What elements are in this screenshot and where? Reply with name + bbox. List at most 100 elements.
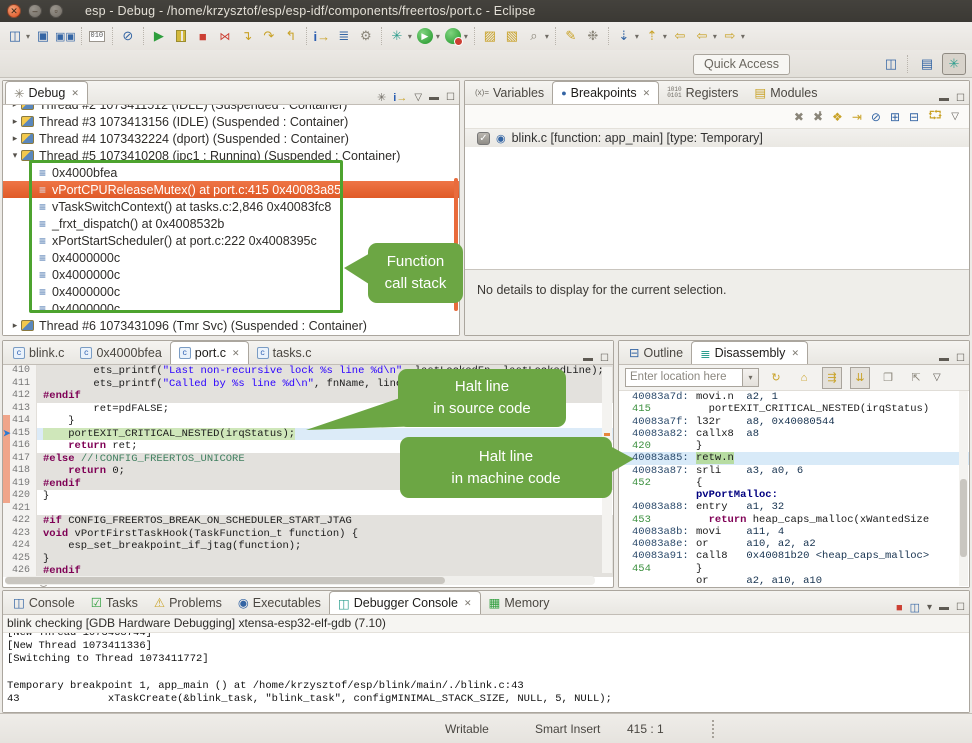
thread-row[interactable]: ▾Thread #5 1073410208 (ipc1 : Running) (… xyxy=(3,147,459,164)
close-icon[interactable]: ✕ xyxy=(791,348,799,359)
code-line[interactable]: 421 xyxy=(3,503,613,516)
code-line[interactable]: 420} xyxy=(3,490,613,503)
save-icon[interactable]: ▣ xyxy=(33,25,53,47)
minimize-icon[interactable]: ▬ xyxy=(429,92,439,103)
code-line[interactable]: 414 } xyxy=(3,415,613,428)
close-icon[interactable]: ✕ xyxy=(232,348,240,359)
tab-debugger-console[interactable]: ◫Debugger Console✕ xyxy=(329,591,481,614)
skip-all-breakpoints-icon[interactable]: ⊘ xyxy=(871,110,881,124)
back-icon[interactable]: ⇦ xyxy=(670,25,690,47)
link-with-debug-icon[interactable]: ⮔ xyxy=(928,106,942,127)
tab-executables[interactable]: ◉Executables xyxy=(230,591,329,614)
sync-with-stack-icon[interactable]: ⇶ xyxy=(822,367,842,389)
window-maximize-button[interactable]: ▫ xyxy=(49,4,63,18)
open-element-icon[interactable]: ▨ xyxy=(480,25,500,47)
quick-access-button[interactable]: Quick Access xyxy=(693,54,790,75)
open-resource-icon[interactable]: ▧ xyxy=(502,25,522,47)
save-all-icon[interactable]: ▣▣ xyxy=(55,25,76,47)
expander-icon[interactable]: ▸ xyxy=(9,320,21,331)
search-dropdown-icon[interactable]: ▾ xyxy=(545,32,549,41)
scrollbar-thumb[interactable] xyxy=(960,479,967,557)
tab-outline[interactable]: ⊟Outline xyxy=(621,341,691,364)
expander-icon[interactable]: ▸ xyxy=(9,105,21,110)
instruction-stepping-icon[interactable]: i→ xyxy=(312,25,332,47)
disassembly-line[interactable]: 40083a7f:l32r a8, 0x40080544 xyxy=(619,416,969,428)
thread-row[interactable]: ▸Thread #4 1073432224 (dport) (Suspended… xyxy=(3,130,459,147)
disassembly-line[interactable]: 40083a7d:movi.n a2, 1 xyxy=(619,391,969,403)
editor-horizontal-scrollbar[interactable] xyxy=(5,576,595,585)
code-line[interactable]: 417#else //!CONFIG_FREERTOS_UNICORE xyxy=(3,453,613,466)
debug-perspective-button[interactable]: ✳ xyxy=(942,53,966,75)
step-into-icon[interactable]: ↴ xyxy=(237,25,257,47)
maximize-icon[interactable]: ☐ xyxy=(956,602,965,613)
expand-all-icon[interactable]: ⊞ xyxy=(890,110,900,124)
pin-view-icon[interactable]: ⇱ xyxy=(906,367,926,389)
line-number[interactable]: 410 xyxy=(3,365,37,378)
resume-icon[interactable]: ▶ xyxy=(149,25,169,47)
search-icon[interactable]: ⌕ xyxy=(524,25,544,47)
disassembly-line[interactable]: 40083a8b:movi a11, 4 xyxy=(619,526,969,538)
previous-edit-icon[interactable]: ⇡ xyxy=(642,25,662,47)
breakpoint-checkbox[interactable]: ✓ xyxy=(477,132,490,145)
display-console-icon[interactable]: ◫ xyxy=(910,601,920,614)
code-line[interactable]: 413 ret=pdFALSE; xyxy=(3,403,613,416)
line-number[interactable]: 413 xyxy=(3,403,37,416)
disassembly-source-line[interactable]: 452{ xyxy=(619,477,969,489)
debug-dropdown-icon[interactable]: ▾ xyxy=(408,32,412,41)
tab-disassembly[interactable]: ≣Disassembly✕ xyxy=(691,341,808,364)
suspend-icon[interactable] xyxy=(171,25,191,47)
stack-frame-row[interactable]: ≡xPortStartScheduler() at port.c:222 0x4… xyxy=(3,232,459,249)
binary-view-icon[interactable]: 010 xyxy=(87,25,107,47)
collapse-all-icon[interactable]: ⊟ xyxy=(909,110,919,124)
code-line[interactable]: 419#endif xyxy=(3,478,613,491)
tab-debug[interactable]: ✳ Debug ✕ xyxy=(5,81,88,104)
window-close-button[interactable]: ✕ xyxy=(7,4,21,18)
external-tools-button[interactable] xyxy=(443,25,463,47)
console-output[interactable]: [New Thread 1073468744] [New Thread 1073… xyxy=(3,633,969,712)
line-number[interactable]: 422 xyxy=(3,515,37,528)
breakpoint-row[interactable]: ✓ ◉ blink.c [function: app_main] [type: … xyxy=(465,129,969,147)
expander-icon[interactable]: ▾ xyxy=(9,150,21,161)
stack-frame-row-selected[interactable]: ≡vPortCPUReleaseMutex() at port.c:415 0x… xyxy=(3,181,459,198)
disassembly-line[interactable]: 40083a91:call8 0x40081b20 <heap_caps_mal… xyxy=(619,550,969,562)
disassembly-line[interactable]: 40083a82:callx8 a8 xyxy=(619,428,969,440)
line-number[interactable]: 421 xyxy=(3,503,37,516)
expander-icon[interactable]: ▸ xyxy=(9,133,21,144)
step-over-icon[interactable]: ↷ xyxy=(259,25,279,47)
close-icon[interactable]: ✕ xyxy=(643,88,651,99)
stack-frame-row[interactable]: ≡0x4000000c xyxy=(3,300,459,317)
run-button[interactable]: ▶ xyxy=(415,25,435,47)
refresh-icon[interactable]: ↻ xyxy=(766,367,786,389)
maximize-icon[interactable]: ☐ xyxy=(956,93,965,104)
tab-problems[interactable]: ⚠Problems xyxy=(146,591,230,614)
back-history-icon[interactable]: ⇦ xyxy=(692,25,712,47)
external-annotations-icon[interactable]: ❉ xyxy=(583,25,603,47)
line-number[interactable]: 424 xyxy=(3,540,37,553)
scrollbar-thumb[interactable] xyxy=(5,577,445,584)
track-expression-icon[interactable]: ⇊ xyxy=(850,367,870,389)
step-return-icon[interactable]: ↰ xyxy=(281,25,301,47)
remove-all-terminated-icon[interactable]: ✳ xyxy=(377,91,386,104)
code-line[interactable]: 425} xyxy=(3,553,613,566)
code-line[interactable]: 418 return 0; xyxy=(3,465,613,478)
disassembly-halt-line[interactable]: 40083a85:retw.n xyxy=(619,452,969,464)
disassembly-line[interactable]: 40083a87:srli a3, a0, 6 xyxy=(619,465,969,477)
code-line[interactable]: 422#if CONFIG_FREERTOS_BREAK_ON_SCHEDULE… xyxy=(3,515,613,528)
remove-breakpoint-icon[interactable]: ✖ xyxy=(794,110,804,124)
show-breakpoints-for-target-icon[interactable]: ❖ xyxy=(832,110,843,124)
code-line[interactable]: 423void vPortFirstTaskHook(TaskFunction_… xyxy=(3,528,613,541)
location-input[interactable]: Enter location here xyxy=(625,368,743,387)
terminate-icon[interactable]: ■ xyxy=(896,602,903,614)
console-dropdown-icon[interactable]: ▾ xyxy=(927,602,932,613)
skip-all-breakpoints-icon[interactable]: ⊘ xyxy=(118,25,138,47)
tab-0x4000bfea[interactable]: c0x4000bfea xyxy=(72,341,169,364)
code-line[interactable]: 424 esp_set_breakpoint_if_jtag(function)… xyxy=(3,540,613,553)
line-number[interactable]: 423 xyxy=(3,528,37,541)
tab-memory[interactable]: ▦Memory xyxy=(481,591,558,614)
tab-breakpoints[interactable]: ●Breakpoints✕ xyxy=(552,81,659,104)
last-edit-dropdown-icon[interactable]: ▾ xyxy=(635,32,639,41)
close-icon[interactable]: ✕ xyxy=(464,598,472,609)
forward-dropdown-icon[interactable]: ▾ xyxy=(741,32,745,41)
stack-frame-row[interactable]: ≡0x4000000c xyxy=(3,249,459,266)
terminate-icon[interactable]: ■ xyxy=(193,25,213,47)
